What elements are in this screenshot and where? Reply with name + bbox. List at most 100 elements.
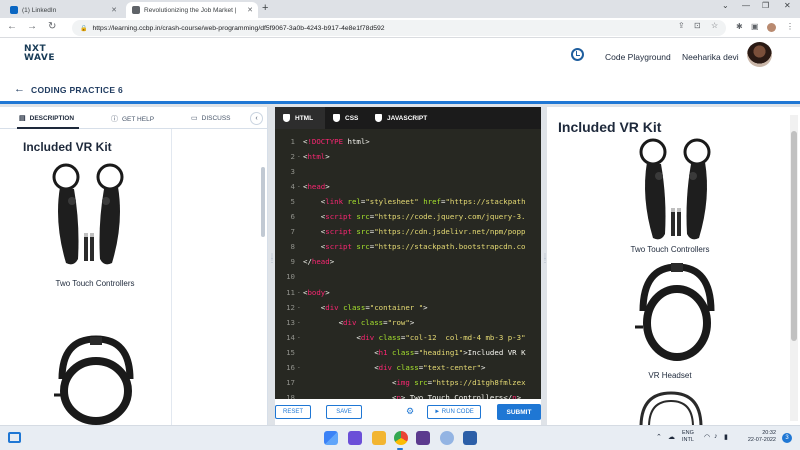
code-line[interactable]: 3 <box>275 164 541 179</box>
preview-scrollbar-thumb[interactable] <box>791 131 797 341</box>
translate-icon[interactable]: ⊡ <box>694 21 701 30</box>
code-line[interactable]: 1 <!DOCTYPE html> <box>275 134 541 149</box>
line-number: 1 <box>290 137 295 146</box>
tab-css[interactable]: CSS <box>325 107 367 129</box>
tab-get-help[interactable]: ⓘ GET HELP <box>111 114 154 124</box>
collapse-panel-button[interactable]: ‹ <box>250 112 263 125</box>
new-tab-button[interactable]: + <box>262 2 268 14</box>
run-code-button[interactable]: ► RUN CODE <box>427 405 481 419</box>
fold-toggle-icon[interactable]: - <box>297 330 301 345</box>
sidepanel-icon[interactable]: ▣ <box>751 22 759 31</box>
fold-toggle-icon[interactable]: - <box>297 179 301 194</box>
start-icon[interactable] <box>324 431 338 445</box>
weather-icon[interactable]: ☁ <box>668 433 675 441</box>
close-tab-icon[interactable]: ✕ <box>247 6 253 14</box>
app-header: NXT WAVE Code Playground Neeharika devi <box>0 38 800 75</box>
widgets-icon[interactable] <box>8 432 21 443</box>
browser-tab-linkedin[interactable]: (1) LinkedIn ✕ <box>4 2 122 18</box>
menu-icon[interactable]: ⋮ <box>786 22 794 31</box>
preview-scrollbar[interactable] <box>790 115 798 421</box>
code-line[interactable]: 9 </head> <box>275 254 541 269</box>
code-line[interactable]: 2- <html> <box>275 149 541 164</box>
gear-icon[interactable]: ⚙ <box>406 406 414 417</box>
code-text: <div class="text-center"> <box>303 362 486 372</box>
code-line[interactable]: 18 <p> Two Touch Controllers</p> <box>275 390 541 399</box>
tab-discuss[interactable]: ▭ DISCUSS <box>191 114 231 123</box>
line-number: 4 <box>290 182 295 192</box>
code-text: <head> <box>303 182 330 192</box>
fold-toggle-icon[interactable]: - <box>297 360 301 375</box>
reset-button[interactable]: RESET <box>275 405 311 419</box>
chevron-up-icon[interactable]: ⌃ <box>656 433 662 441</box>
tab-label: HTML <box>295 114 314 122</box>
fold-toggle-icon[interactable]: - <box>297 285 301 300</box>
lock-icon: 🔒 <box>80 25 88 32</box>
code-line[interactable]: 10 <box>275 269 541 284</box>
fold-toggle-icon[interactable]: - <box>297 300 301 315</box>
url-bar[interactable]: 🔒 https://learning.ccbp.in/crash-course/… <box>72 20 726 36</box>
line-number: 2 <box>290 152 295 162</box>
code-line[interactable]: 16- <div class="text-center"> <box>275 360 541 375</box>
clock[interactable]: 20:32 22-07-2022 <box>736 430 776 444</box>
tab-description[interactable]: ▤ DESCRIPTION <box>19 114 74 123</box>
notification-badge[interactable]: 3 <box>782 433 792 443</box>
wifi-icon[interactable]: ◠ <box>704 433 710 441</box>
file-explorer-icon[interactable] <box>372 431 386 445</box>
language-indicator[interactable]: ENG INTL <box>682 430 694 444</box>
app-icon[interactable] <box>440 431 454 445</box>
maximize-icon[interactable]: ❐ <box>762 1 769 10</box>
user-name[interactable]: Neeharika devi <box>682 52 739 62</box>
tab-html[interactable]: HTML <box>275 107 325 129</box>
tab-label: DISCUSS <box>201 114 231 122</box>
timer-icon[interactable] <box>571 48 584 61</box>
extensions-icon[interactable]: ✱ <box>736 22 743 31</box>
code-line[interactable]: 13- <div class="row"> <box>275 315 541 330</box>
editor-footer: RESET SAVE ⚙ ► RUN CODE SUBMIT <box>275 399 541 425</box>
code-text: <script src="https://code.jquery.com/jqu… <box>303 212 526 222</box>
share-icon[interactable]: ⇪ <box>678 21 685 30</box>
reload-icon[interactable]: ↻ <box>48 21 56 32</box>
code-line[interactable]: 15 <h1 class="heading1">Included VR K <box>275 345 541 360</box>
tab-label: GET HELP <box>122 115 155 123</box>
chevron-down-icon[interactable]: ⌄ <box>722 1 729 10</box>
code-text: <div class="row"> <box>303 317 415 327</box>
tab-javascript[interactable]: JAVASCRIPT <box>367 107 437 129</box>
star-icon[interactable]: ☆ <box>711 21 718 30</box>
save-button[interactable]: SAVE <box>326 405 362 419</box>
close-window-icon[interactable]: ✕ <box>784 1 791 10</box>
code-playground-link[interactable]: Code Playground <box>605 52 671 62</box>
code-line[interactable]: 17 <img src="https://d1tgh8fmlzex <box>275 375 541 390</box>
code-line[interactable]: 11- <body> <box>275 285 541 300</box>
battery-icon[interactable]: ▮ <box>724 433 728 441</box>
avatar[interactable] <box>747 42 772 67</box>
browser-tab-active[interactable]: Revolutionizing the Job Market | ✕ <box>126 2 258 18</box>
browser-tab-strip: (1) LinkedIn ✕ Revolutionizing the Job M… <box>0 0 800 18</box>
back-arrow-icon[interactable]: ← <box>14 83 25 95</box>
teams-chat-icon[interactable] <box>348 431 362 445</box>
volume-icon[interactable]: ♪ <box>714 433 718 440</box>
code-line[interactable]: 14- <div class="col-12 col-md-4 mb-3 p-3… <box>275 330 541 345</box>
code-line[interactable]: 5 <link rel="stylesheet" href="https://s… <box>275 194 541 209</box>
back-icon[interactable]: ← <box>7 21 17 32</box>
line-number: 9 <box>290 257 295 267</box>
code-line[interactable]: 6 <script src="https://code.jquery.com/j… <box>275 209 541 224</box>
submit-button[interactable]: SUBMIT <box>497 404 541 420</box>
logo-line-2: WAVE <box>24 53 55 63</box>
nxtwave-logo[interactable]: NXT WAVE <box>24 45 55 63</box>
chrome-icon[interactable] <box>394 431 408 445</box>
minimize-icon[interactable]: — <box>742 1 750 10</box>
code-text-area[interactable]: 1 <!DOCTYPE html> 2- <html> 3 4- <head> 5 <link… <box>275 129 541 399</box>
fold-toggle-icon[interactable]: - <box>297 315 301 330</box>
app-icon[interactable] <box>416 431 430 445</box>
code-line[interactable]: 8 <script src="https://stackpath.bootstr… <box>275 239 541 254</box>
close-tab-icon[interactable]: ✕ <box>111 6 117 14</box>
description-scrollbar[interactable] <box>261 167 265 237</box>
code-line[interactable]: 7 <script src="https://cdn.jsdelivr.net/… <box>275 224 541 239</box>
code-line[interactable]: 12- <div class="container "> <box>275 300 541 315</box>
fold-toggle-icon[interactable]: - <box>297 149 301 164</box>
profile-avatar-icon[interactable] <box>767 23 776 32</box>
code-line[interactable]: 4- <head> <box>275 179 541 194</box>
forward-icon[interactable]: → <box>27 21 37 32</box>
r-app-icon[interactable] <box>463 431 477 445</box>
touch-controllers-image <box>639 138 711 240</box>
